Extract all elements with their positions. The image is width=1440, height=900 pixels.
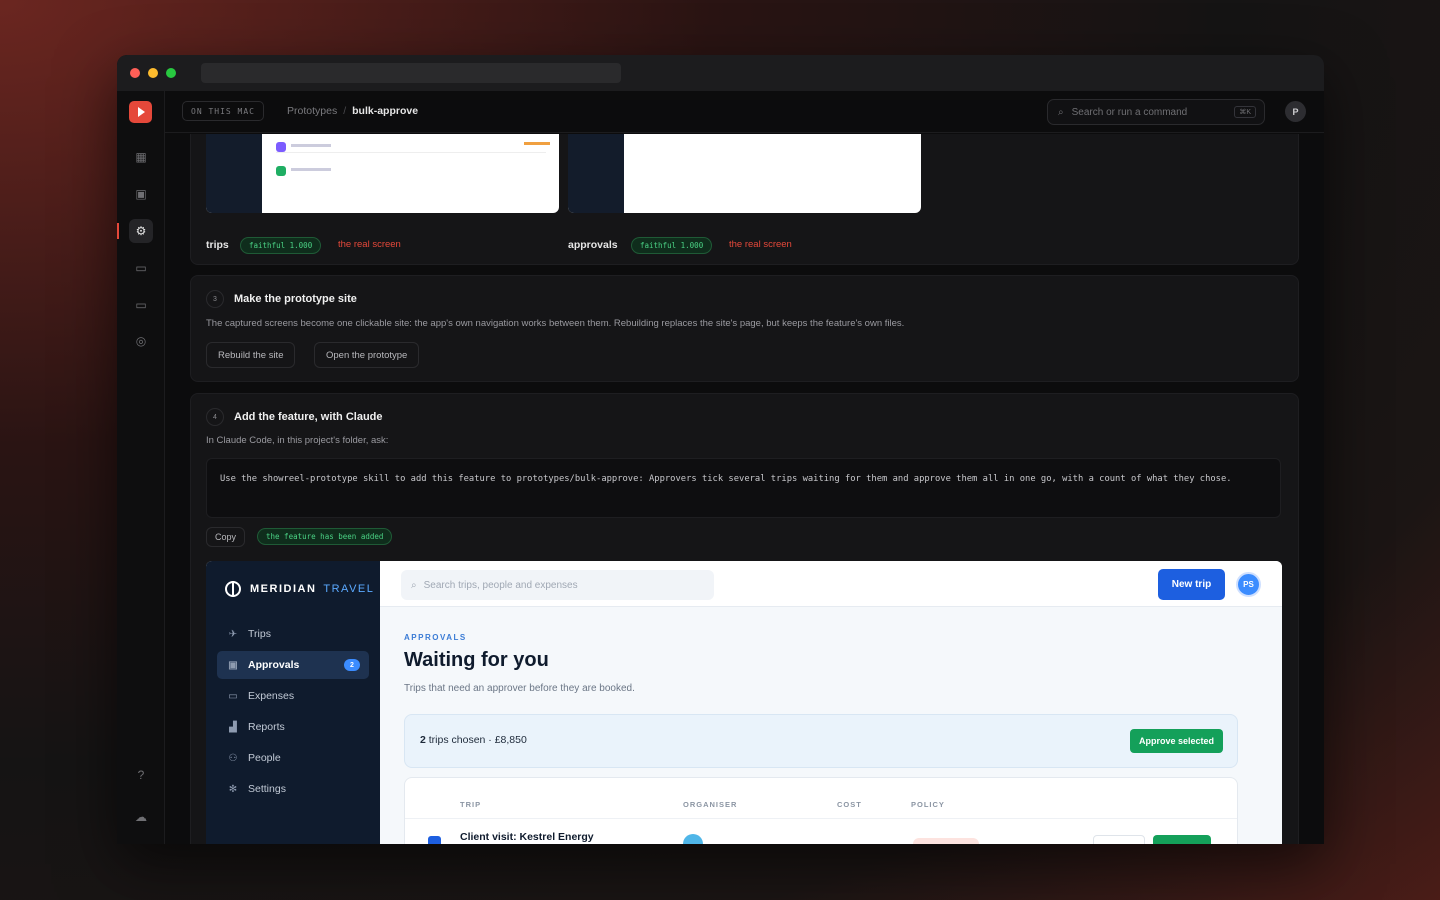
preview-search-input[interactable]: ⌕ Search trips, people and expenses (401, 570, 714, 600)
monitor-icon[interactable]: ▭ (131, 258, 151, 278)
display-icon[interactable]: ▭ (131, 295, 151, 315)
step-add-feature-card: 4 Add the feature, with Claude In Claude… (190, 393, 1299, 844)
approvals-table: TRIP ORGANISER COST POLICY Client visit:… (404, 777, 1238, 844)
user-avatar[interactable]: P (1285, 101, 1306, 122)
approve-selected-button[interactable]: Approve selected (1129, 729, 1223, 753)
nav-item-reports[interactable]: ▟ Reports (217, 713, 369, 741)
column-header-policy[interactable]: POLICY (911, 800, 945, 809)
column-header-cost[interactable]: COST (837, 800, 862, 809)
left-rail: ▦ ▣ ⚙ ▭ ▭ ◎ ? ☁ (117, 91, 165, 844)
nav-item-settings[interactable]: ✻ Settings (217, 775, 369, 803)
step-description: The captured screens become one clickabl… (206, 318, 905, 329)
command-search[interactable]: ⌕ Search or run a command ⌘K (1047, 99, 1265, 125)
help-icon[interactable]: ? (131, 765, 151, 785)
search-icon: ⌕ (1058, 106, 1064, 118)
play-icon[interactable]: ▣ (131, 184, 151, 204)
organiser-avatar (683, 834, 703, 844)
preview-topbar: ⌕ Search trips, people and expenses New … (380, 561, 1282, 607)
prototype-icon[interactable]: ⚙ (129, 219, 153, 243)
breadcrumb-current: bulk-approve (352, 105, 419, 117)
captures-card: trips faithful 1.000 the real screen app… (190, 134, 1299, 265)
prompt-code-block[interactable]: Use the showreel-prototype skill to add … (206, 458, 1281, 518)
nav-item-trips[interactable]: ✈ Trips (217, 620, 369, 648)
approvals-screenshot[interactable] (568, 134, 921, 213)
page-title: Waiting for you (404, 649, 549, 671)
target-icon[interactable]: ◎ (131, 331, 151, 351)
nav-item-people[interactable]: ⚇ People (217, 744, 369, 772)
row-trip-name: Client visit: Kestrel Energy (460, 831, 594, 843)
nav-item-approvals[interactable]: ▣ Approvals 2 (217, 651, 369, 679)
column-header-organiser[interactable]: ORGANISER (683, 800, 737, 809)
step-number: 3 (206, 290, 224, 308)
capture-label: approvals (568, 239, 618, 251)
chart-icon: ▟ (229, 721, 237, 733)
gear-icon: ✻ (228, 783, 238, 795)
real-screen-note: the real screen (729, 239, 792, 250)
step-title: Add the feature, with Claude (234, 411, 383, 423)
top-bar: ON THIS MAC Prototypes / bulk-approve ⌕ Se… (165, 91, 1324, 133)
selection-summary: 2 trips chosen · £8,850 (420, 734, 527, 746)
nav-item-expenses[interactable]: ▭ Expenses (217, 682, 369, 710)
app-logo[interactable] (129, 101, 152, 123)
open-prototype-button[interactable]: Open the prototype (314, 342, 420, 368)
rebuild-site-button[interactable]: Rebuild the site (206, 342, 296, 368)
location-chip: ON THIS MAC (182, 101, 264, 121)
approve-button[interactable] (1153, 835, 1211, 844)
capture-label: trips (206, 239, 229, 251)
globe-icon (225, 581, 241, 597)
feature-added-badge: the feature has been added (257, 528, 393, 545)
step-make-site-card: 3 Make the prototype site The captured s… (190, 275, 1299, 382)
grid-icon[interactable]: ▦ (131, 147, 151, 167)
shortcut-hint: ⌘K (1234, 106, 1256, 118)
cloud-icon[interactable]: ☁ (131, 807, 151, 827)
copy-button[interactable]: Copy (206, 527, 246, 547)
people-icon: ⚇ (228, 752, 238, 764)
prototype-preview[interactable]: MERIDIAN TRAVEL ✈ Trips ▣ Approvals 2 ▭ Expen… (206, 561, 1282, 844)
main-content: trips faithful 1.000 the real screen app… (165, 134, 1324, 844)
faithful-badge: faithful 1.000 (240, 237, 322, 254)
meridian-logo[interactable]: MERIDIAN TRAVEL (225, 581, 374, 597)
plane-icon: ✈ (228, 628, 238, 640)
selection-bar: 2 trips chosen · £8,850 Approve selected (404, 714, 1238, 768)
approval-icon: ▣ (228, 659, 238, 671)
trips-screenshot[interactable] (206, 134, 559, 213)
close-window-button[interactable] (130, 68, 140, 78)
new-trip-button[interactable]: New trip (1158, 569, 1225, 600)
app-shell: ▦ ▣ ⚙ ▭ ▭ ◎ ? ☁ ON THIS MAC Prototypes / b… (117, 91, 1324, 844)
decline-button[interactable] (1093, 835, 1145, 844)
faithful-badge: faithful 1.000 (631, 237, 713, 254)
section-eyebrow: APPROVALS (404, 633, 467, 642)
step-number: 4 (206, 408, 224, 426)
approvals-count-badge: 2 (344, 659, 360, 671)
column-header-trip[interactable]: TRIP (460, 800, 481, 809)
app-window: ▦ ▣ ⚙ ▭ ▭ ◎ ? ☁ ON THIS MAC Prototypes / b… (117, 55, 1324, 844)
title-bar (117, 55, 1324, 91)
address-bar[interactable] (201, 63, 621, 83)
step-title: Make the prototype site (234, 293, 357, 305)
page-subtitle: Trips that need an approver before they … (404, 683, 635, 694)
search-icon: ⌕ (411, 579, 417, 591)
breadcrumb: Prototypes / bulk-approve (287, 105, 419, 117)
row-checkbox[interactable] (428, 836, 441, 844)
preview-sidebar: MERIDIAN TRAVEL ✈ Trips ▣ Approvals 2 ▭ Expen… (206, 561, 380, 844)
minimize-window-button[interactable] (148, 68, 158, 78)
real-screen-note: the real screen (338, 239, 401, 250)
active-indicator (117, 223, 119, 239)
step-description: In Claude Code, in this project's folder… (206, 435, 389, 446)
user-avatar[interactable]: PS (1236, 572, 1261, 597)
receipt-icon: ▭ (228, 690, 238, 702)
breadcrumb-prototypes[interactable]: Prototypes (287, 105, 337, 117)
policy-badge (913, 838, 979, 844)
zoom-window-button[interactable] (166, 68, 176, 78)
search-placeholder: Search or run a command (1071, 106, 1188, 118)
